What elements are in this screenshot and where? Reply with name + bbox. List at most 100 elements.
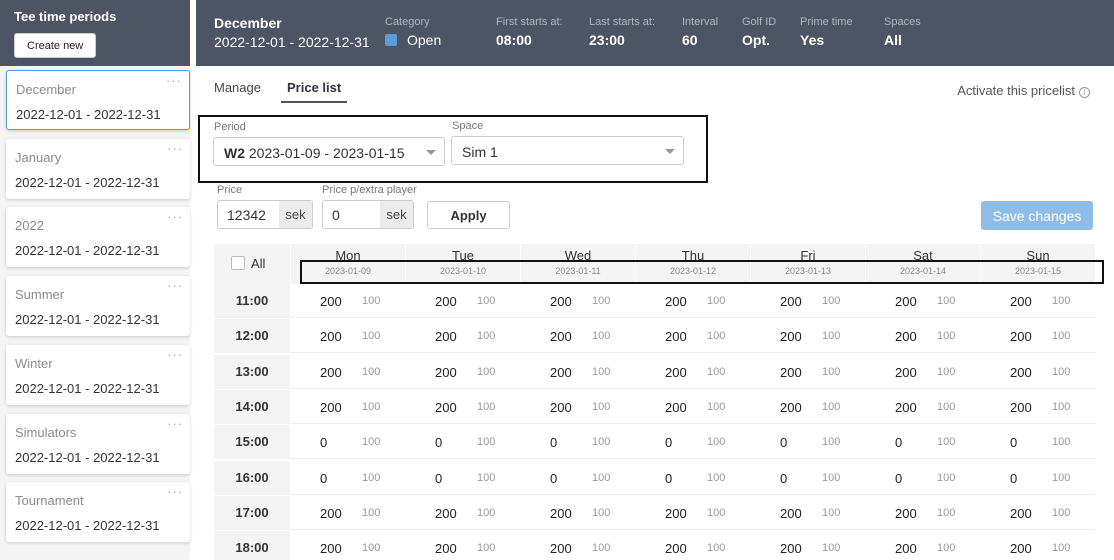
price-cell[interactable]: 200 100 [980,355,1095,389]
cell-extra-price: 100 [707,295,726,307]
price-cell[interactable]: 0 100 [980,425,1095,460]
more-options-icon[interactable]: ··· [167,209,183,224]
time-cell[interactable]: 16:00 [214,460,290,495]
more-options-icon[interactable]: ··· [167,416,183,431]
price-cell[interactable]: 200 100 [750,531,865,560]
price-cell[interactable]: 200 100 [405,390,520,424]
price-cell[interactable]: 200 100 [520,355,635,389]
time-cell[interactable]: 15:00 [214,425,290,460]
price-cell[interactable]: 200 100 [980,531,1095,560]
price-cell[interactable]: 200 100 [865,284,980,318]
time-cell[interactable]: 17:00 [214,495,290,530]
apply-button[interactable]: Apply [427,201,510,229]
period-card-range: 2022-12-01 - 2022-12-31 [15,380,160,396]
price-cell[interactable]: 200 100 [405,355,520,389]
cell-extra-price: 100 [707,330,726,343]
price-cell[interactable]: 200 100 [750,319,865,354]
tab-price-list[interactable]: Price list [281,80,348,103]
price-cell[interactable]: 200 100 [290,531,405,560]
extra-price-input[interactable]: 0 sek [322,200,414,229]
price-cell[interactable]: 200 100 [405,284,520,318]
price-cell[interactable]: 200 100 [290,496,405,530]
price-cell[interactable]: 0 100 [520,425,635,460]
period-card[interactable]: January 2022-12-01 - 2022-12-31 ··· [6,138,190,199]
space-select[interactable]: Sim 1 [451,136,684,165]
price-cell[interactable]: 0 100 [750,461,865,495]
price-cell[interactable]: 200 100 [520,284,635,318]
price-cell[interactable]: 200 100 [980,390,1095,424]
price-cell[interactable]: 0 100 [290,425,405,460]
period-card[interactable]: Tournament 2022-12-01 - 2022-12-31 ··· [6,482,190,543]
price-cell[interactable]: 200 100 [865,319,980,354]
more-options-icon[interactable]: ··· [166,73,182,88]
cell-extra-price: 100 [592,471,611,484]
period-select[interactable]: W2 2023-01-09 - 2023-01-15 [213,137,445,166]
price-cell[interactable]: 200 100 [290,355,405,389]
price-cell[interactable]: 0 100 [865,425,980,460]
price-cell[interactable]: 200 100 [865,531,980,560]
save-changes-button[interactable]: Save changes [981,201,1093,230]
price-cell[interactable]: 200 100 [750,284,865,318]
more-options-icon[interactable]: ··· [167,347,183,362]
price-cell[interactable]: 200 100 [290,284,405,318]
price-cell[interactable]: 0 100 [750,425,865,460]
price-cell[interactable]: 200 100 [520,496,635,530]
tab-manage[interactable]: Manage [214,80,261,101]
time-cell[interactable]: 13:00 [214,354,290,389]
more-options-icon[interactable]: ··· [167,141,183,156]
price-cell[interactable]: 200 100 [290,390,405,424]
price-cell[interactable]: 200 100 [980,319,1095,354]
create-new-button[interactable]: Create new [14,33,97,58]
time-cell[interactable]: 14:00 [214,389,290,424]
price-cell[interactable]: 200 100 [750,496,865,530]
select-all-checkbox[interactable] [231,256,245,270]
price-cell[interactable]: 200 100 [750,390,865,424]
price-cell[interactable]: 200 100 [405,319,520,354]
price-cell[interactable]: 0 100 [405,425,520,460]
cell-price: 200 [320,329,342,345]
more-options-icon[interactable]: ··· [167,278,183,293]
price-cell[interactable]: 200 100 [635,284,750,318]
chevron-down-icon [426,150,436,155]
price-cell[interactable]: 200 100 [520,531,635,560]
time-cell[interactable]: 12:00 [214,319,290,354]
more-options-icon[interactable]: ··· [167,484,183,499]
time-cell[interactable]: 11:00 [214,284,290,318]
price-cell[interactable]: 0 100 [520,461,635,495]
price-cell[interactable]: 200 100 [865,355,980,389]
cell-extra-price: 100 [822,471,841,484]
period-card-range: 2022-12-01 - 2022-12-31 [15,518,160,534]
price-cell[interactable]: 200 100 [635,355,750,389]
time-cell[interactable]: 18:00 [214,531,290,560]
price-cell[interactable]: 200 100 [980,496,1095,530]
price-cell[interactable]: 200 100 [635,496,750,530]
period-card[interactable]: Simulators 2022-12-01 - 2022-12-31 ··· [6,413,190,474]
price-cell[interactable]: 0 100 [405,461,520,495]
price-cell[interactable]: 200 100 [405,496,520,530]
price-cell[interactable]: 0 100 [290,461,405,495]
price-cell[interactable]: 200 100 [520,319,635,354]
price-input[interactable]: 12342 sek [217,200,313,229]
price-cell[interactable]: 0 100 [980,461,1095,495]
cell-extra-price: 100 [1052,330,1071,343]
price-cell[interactable]: 200 100 [635,319,750,354]
cell-price: 200 [1010,399,1032,415]
price-cell[interactable]: 200 100 [865,496,980,530]
price-cell[interactable]: 200 100 [750,355,865,389]
price-cell[interactable]: 200 100 [290,319,405,354]
period-card-range: 2022-12-01 - 2022-12-31 [15,312,160,328]
price-cell[interactable]: 0 100 [865,461,980,495]
period-card[interactable]: 2022 2022-12-01 - 2022-12-31 ··· [6,207,190,268]
price-cell[interactable]: 200 100 [865,390,980,424]
price-cell[interactable]: 0 100 [635,461,750,495]
activate-pricelist-link[interactable]: Activate this pricelist i [957,83,1090,98]
price-cell[interactable]: 200 100 [520,390,635,424]
price-cell[interactable]: 0 100 [635,425,750,460]
period-card[interactable]: Summer 2022-12-01 - 2022-12-31 ··· [6,276,190,337]
price-cell[interactable]: 200 100 [635,531,750,560]
price-cell[interactable]: 200 100 [980,284,1095,318]
period-card[interactable]: Winter 2022-12-01 - 2022-12-31 ··· [6,344,190,405]
price-cell[interactable]: 200 100 [405,531,520,560]
price-cell[interactable]: 200 100 [635,390,750,424]
period-card[interactable]: December 2022-12-01 - 2022-12-31 ··· [6,70,190,130]
